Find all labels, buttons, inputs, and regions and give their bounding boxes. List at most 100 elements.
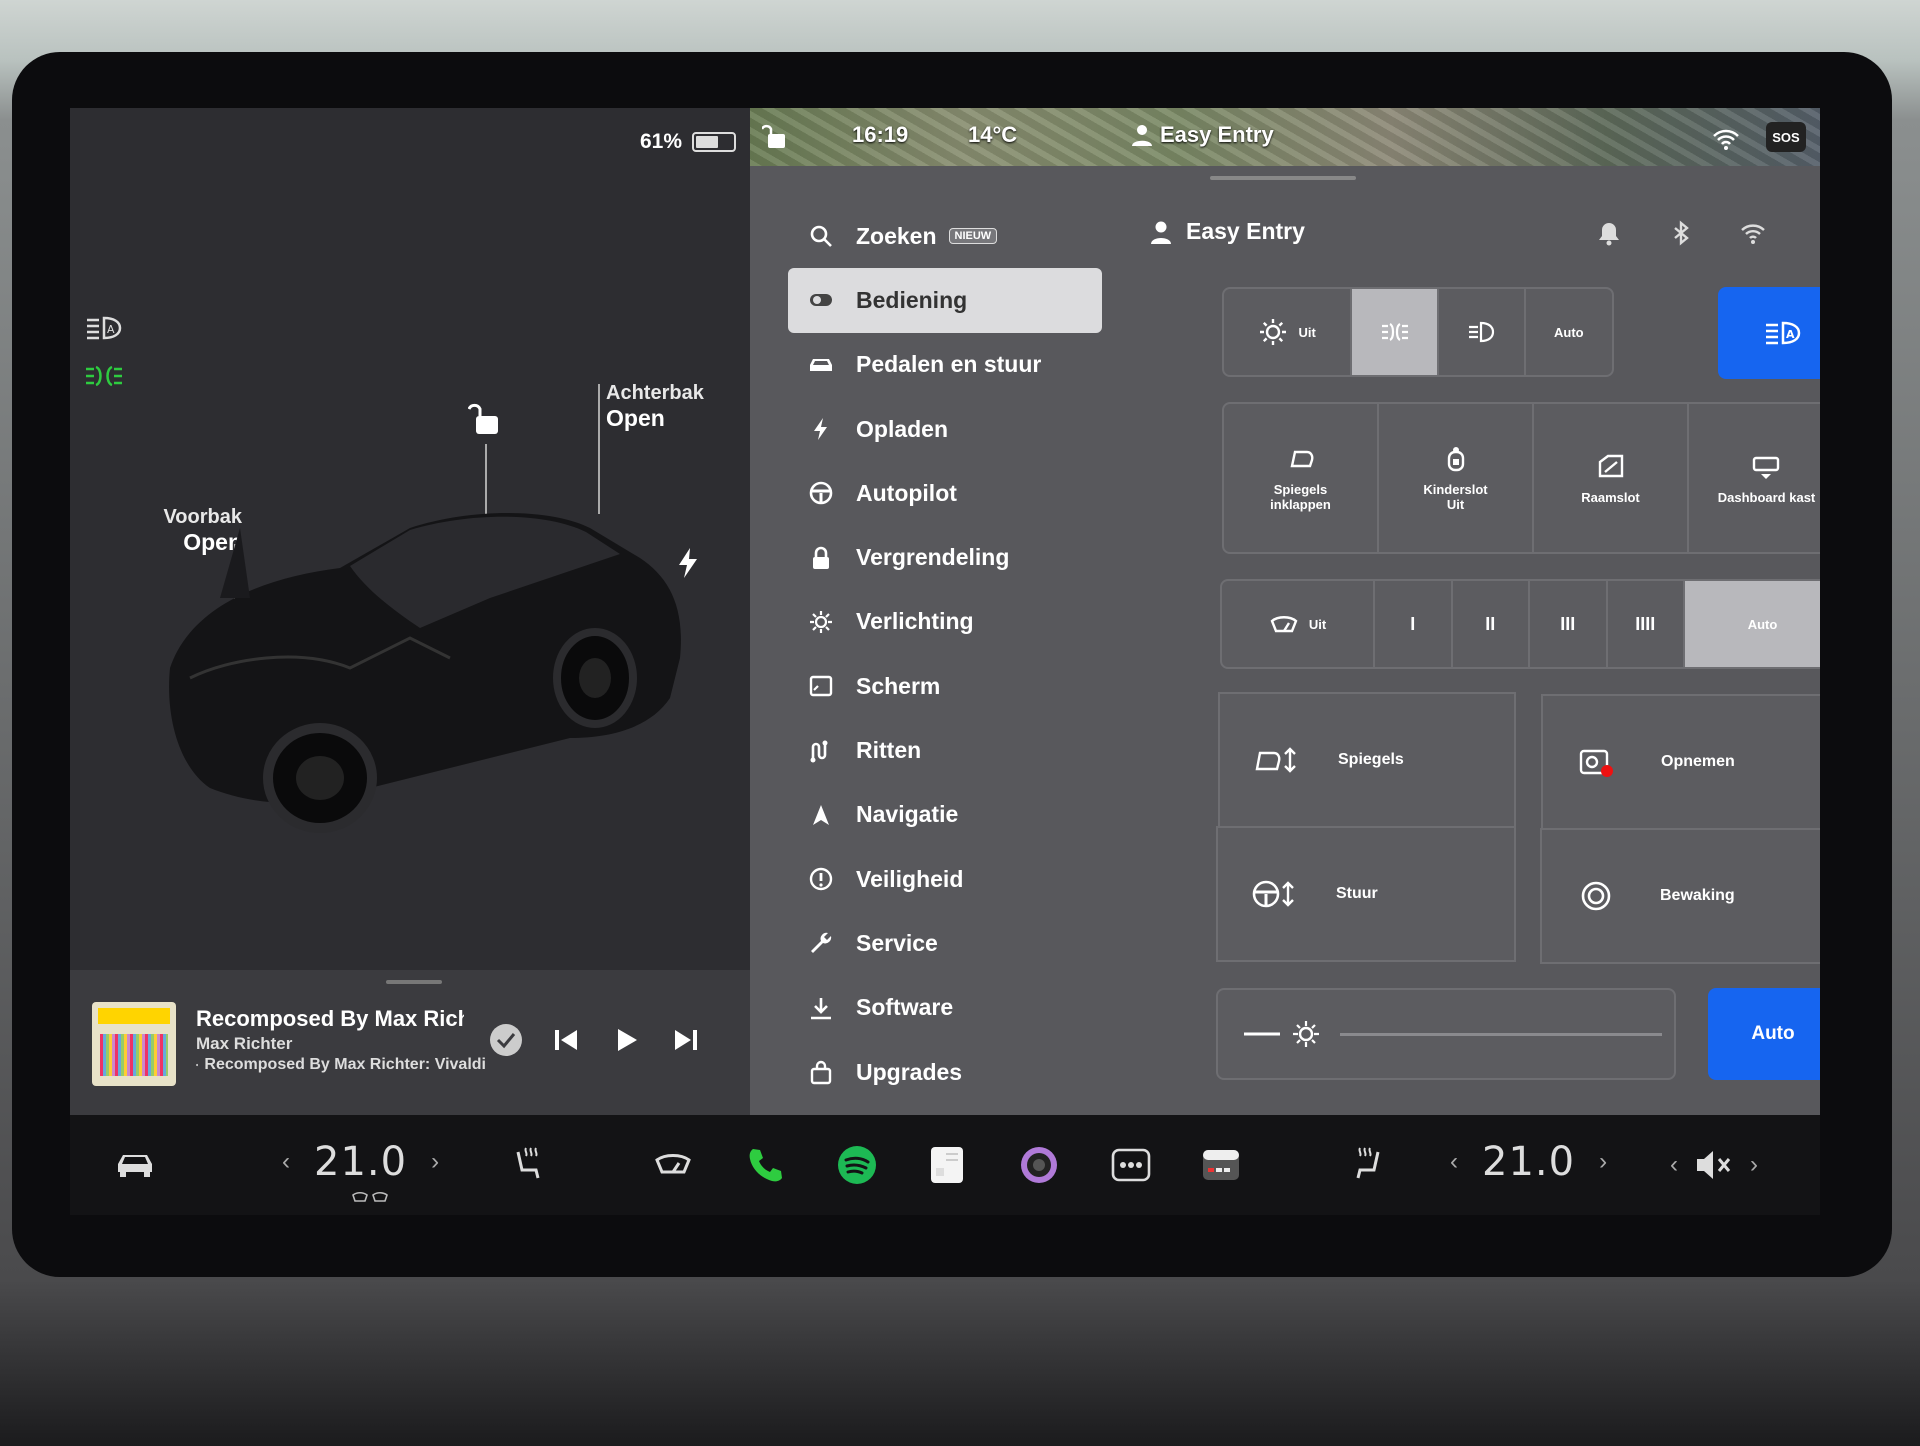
wiper-speed-4-button[interactable]: IIII — [1608, 581, 1685, 667]
map-preview[interactable] — [750, 108, 1820, 166]
menu-item-bediening[interactable]: Bediening — [788, 268, 1102, 333]
play-button[interactable] — [604, 1018, 648, 1062]
svg-text:A: A — [107, 323, 115, 336]
defrost-icon[interactable] — [350, 1191, 390, 1207]
bell-icon[interactable] — [1596, 220, 1622, 246]
phone-icon — [749, 1149, 782, 1182]
panel-drag-handle[interactable] — [1210, 176, 1356, 180]
wiper-icon — [655, 1154, 691, 1174]
sentry-label: Bewaking — [1660, 887, 1735, 904]
car-button[interactable] — [114, 1143, 156, 1187]
menu-item-service[interactable]: Service — [788, 911, 1102, 975]
lights-off-button[interactable]: Uit — [1224, 289, 1353, 375]
mute-icon[interactable] — [1692, 1144, 1736, 1186]
wipers-auto-button[interactable]: Auto — [1685, 581, 1820, 667]
sentry-mode-button[interactable]: Bewaking — [1540, 828, 1820, 964]
auto-high-beam-button[interactable]: A — [1718, 287, 1820, 379]
touchscreen: 61% A Voorbak Open Achterbak Open Recomp… — [70, 108, 1820, 1215]
previous-track-button[interactable] — [544, 1018, 588, 1062]
profile-header[interactable]: Easy Entry — [1150, 218, 1305, 245]
wifi-status-icon — [1713, 129, 1739, 150]
wiper-speed-3-button[interactable]: III — [1530, 581, 1608, 667]
calendar-button[interactable] — [926, 1143, 968, 1187]
menu-item-pedalen-en-stuur[interactable]: Pedalen en stuur — [788, 333, 1102, 397]
wipers-off-button[interactable]: Uit — [1222, 581, 1375, 667]
wiper-speed-2-button[interactable]: II — [1453, 581, 1530, 667]
parking-lights-button[interactable] — [1352, 289, 1439, 375]
low-beam-button[interactable] — [1439, 289, 1526, 375]
passenger-seat-heater-button[interactable] — [1346, 1143, 1388, 1187]
passenger-temp-value[interactable]: 21.0 — [1482, 1139, 1575, 1185]
trunk-status[interactable]: Achterbak Open — [606, 382, 704, 432]
menu-item-label: Veiligheid — [856, 865, 964, 892]
mirror-adjust-icon — [1255, 747, 1296, 773]
toggle-icon — [810, 294, 832, 307]
steering-wheel-icon — [809, 482, 833, 505]
record-label: Opnemen — [1661, 753, 1735, 770]
search-button[interactable]: Zoeken NIEUW — [788, 204, 1102, 268]
check-icon — [490, 1024, 522, 1056]
camera-button[interactable] — [1018, 1143, 1060, 1187]
steering-label: Stuur — [1336, 885, 1378, 902]
volume-down[interactable]: ‹ — [1670, 1151, 1678, 1179]
menu-item-label: Scherm — [856, 672, 941, 699]
menu-item-label: Navigatie — [856, 801, 959, 828]
media-drag-handle[interactable] — [386, 980, 442, 984]
headlight-status: A — [84, 313, 124, 391]
brightness-auto-button[interactable]: Auto — [1708, 988, 1820, 1080]
parking-lights-icon — [1381, 323, 1408, 341]
driver-profile-status[interactable]: Easy Entry — [1132, 122, 1274, 148]
more-apps-button[interactable] — [1110, 1143, 1152, 1187]
driver-temp-value[interactable]: 21.0 — [314, 1139, 407, 1185]
toybox-button[interactable] — [1200, 1143, 1242, 1187]
mirrors-adjust-button[interactable]: Spiegels — [1218, 692, 1516, 828]
brightness-slider[interactable] — [1216, 988, 1676, 1080]
menu-item-navigatie[interactable]: Navigatie — [788, 783, 1102, 847]
menu-item-opladen[interactable]: Opladen — [788, 397, 1102, 461]
menu-item-vergrendeling[interactable]: Vergrendeling — [788, 525, 1102, 589]
quick-actions: Spiegels inklappen Kinderslot Uit Raamslot… — [1222, 402, 1820, 554]
bluetooth-icon[interactable] — [1668, 220, 1694, 246]
steering-adjust-button[interactable]: Stuur — [1216, 826, 1516, 962]
child-lock-button[interactable]: Kinderslot Uit — [1379, 404, 1534, 552]
lights-auto-button[interactable]: Auto — [1526, 289, 1612, 375]
driver-temp-down[interactable]: ‹ — [282, 1148, 290, 1176]
liked-button[interactable] — [484, 1018, 528, 1062]
menu-item-scherm[interactable]: Scherm — [788, 654, 1102, 718]
wiper-speed-1-button[interactable]: I — [1375, 581, 1453, 667]
passenger-temp-up[interactable]: › — [1599, 1148, 1607, 1176]
steering-adjust-icon — [1252, 880, 1294, 908]
driver-seat-heater-button[interactable] — [508, 1143, 550, 1187]
fold-mirrors-button[interactable]: Spiegels inklappen — [1224, 404, 1379, 552]
menu-item-upgrades[interactable]: Upgrades — [788, 1040, 1102, 1104]
menu-item-autopilot[interactable]: Autopilot — [788, 461, 1102, 525]
menu-item-veiligheid[interactable]: Veiligheid — [788, 847, 1102, 911]
glovebox-button[interactable]: Dashboard kast — [1689, 404, 1820, 552]
low-beam-icon — [1469, 321, 1495, 343]
brightness-track[interactable] — [1340, 1032, 1662, 1036]
driver-temp-up[interactable]: › — [431, 1148, 439, 1176]
volume-up[interactable]: › — [1750, 1151, 1758, 1179]
next-track-button[interactable] — [664, 1018, 708, 1062]
dashcam-record-button[interactable]: Opnemen — [1541, 694, 1820, 830]
spotify-icon — [196, 1063, 199, 1067]
window-lock-button[interactable]: Raamslot — [1534, 404, 1689, 552]
menu-item-software[interactable]: Software — [788, 976, 1102, 1040]
wifi-icon[interactable] — [1740, 220, 1766, 246]
wipers-shortcut-button[interactable] — [652, 1143, 694, 1187]
phone-button[interactable] — [744, 1143, 786, 1187]
spotify-button[interactable] — [836, 1143, 878, 1187]
wrench-icon — [811, 933, 832, 954]
car-icon — [118, 1155, 152, 1177]
passenger-temp-down[interactable]: ‹ — [1450, 1148, 1458, 1176]
wiper-selector: Uit I II III IIII Auto — [1220, 579, 1820, 669]
sun-icon — [810, 610, 832, 633]
alert-icon — [809, 867, 833, 891]
unlock-icon[interactable] — [468, 400, 502, 438]
search-icon — [810, 225, 832, 248]
menu-item-ritten[interactable]: Ritten — [788, 718, 1102, 782]
unlocked-status-icon[interactable] — [762, 122, 788, 150]
menu-item-verlichting[interactable]: Verlichting — [788, 590, 1102, 654]
sos-button[interactable]: SOS — [1766, 122, 1806, 152]
album-art[interactable] — [92, 1002, 176, 1086]
